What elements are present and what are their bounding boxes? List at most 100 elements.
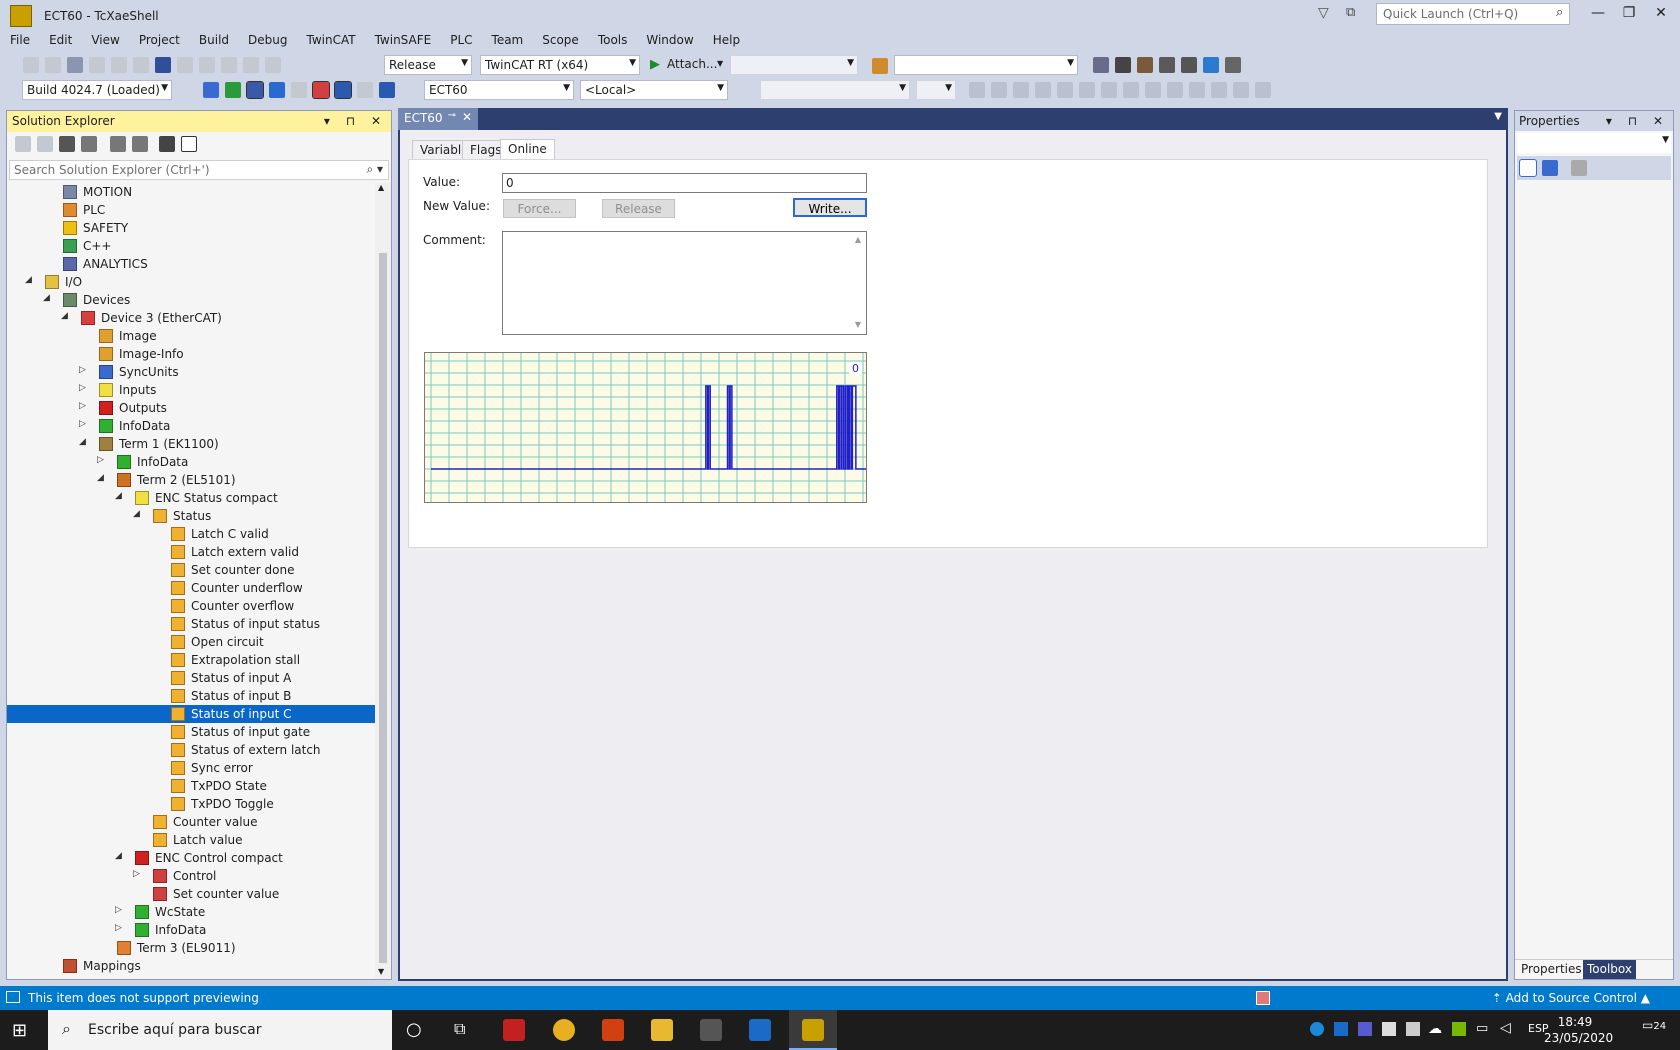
tree-expander-icon[interactable]: ◢ <box>115 851 127 861</box>
tree-item[interactable]: Latch value <box>7 831 375 849</box>
tree-item[interactable]: Status of input B <box>7 687 375 705</box>
tree-expander-icon[interactable]: ◢ <box>25 275 37 285</box>
menu-file[interactable]: File <box>0 31 39 53</box>
menu-edit[interactable]: Edit <box>39 31 81 53</box>
menu-plc[interactable]: PLC <box>440 31 481 53</box>
tree-item[interactable]: ◢ I/O <box>7 273 375 291</box>
tree-expander-icon[interactable]: ▷ <box>115 905 127 915</box>
solidworks-icon[interactable] <box>503 1019 525 1041</box>
tree-expander-icon[interactable]: ◢ <box>43 293 55 303</box>
tree-item[interactable]: TxPDO Toggle <box>7 795 375 813</box>
copy-icon[interactable] <box>199 57 215 73</box>
menu-scope[interactable]: Scope <box>532 31 588 53</box>
clock[interactable]: 18:49 23/05/2020 <box>1544 1014 1613 1046</box>
menu-help[interactable]: Help <box>703 31 749 53</box>
network-icon[interactable]: ▭ <box>1476 1021 1488 1036</box>
tree-item[interactable]: ◢ Devices <box>7 291 375 309</box>
step-over-icon[interactable] <box>1057 82 1073 98</box>
menu-view[interactable]: View <box>81 31 128 53</box>
collapse-all-icon[interactable] <box>132 136 148 152</box>
tree-item[interactable]: ◢ Status <box>7 507 375 525</box>
skype-icon[interactable] <box>1310 1022 1324 1036</box>
cut-icon[interactable] <box>177 57 193 73</box>
plc-project-select[interactable]: ▼ <box>760 80 910 100</box>
undo-icon[interactable] <box>243 57 259 73</box>
tree-item[interactable]: ◢ Device 3 (EtherCAT) <box>7 309 375 327</box>
new-project-icon[interactable] <box>67 57 83 73</box>
feedback-icon[interactable]: ⧉ <box>1346 5 1355 20</box>
tree-item[interactable]: Set counter value <box>7 885 375 903</box>
nvidia-icon[interactable] <box>1452 1022 1466 1036</box>
menu-twinsafe[interactable]: TwinSAFE <box>365 31 441 53</box>
tree-item[interactable]: ▷ Control <box>7 867 375 885</box>
tree-item[interactable]: TxPDO State <box>7 777 375 795</box>
wrench-icon[interactable] <box>159 136 175 152</box>
tree-item[interactable]: ANALYTICS <box>7 255 375 273</box>
tree-item[interactable]: ▷ InfoData <box>7 921 375 939</box>
categorized-icon[interactable] <box>1519 159 1537 177</box>
solution-scrollbar[interactable]: ▲ ▼ <box>375 183 391 979</box>
task-select[interactable]: ▼ <box>916 80 956 100</box>
wrench-icon[interactable] <box>1115 57 1131 73</box>
outlook-icon[interactable] <box>749 1019 771 1041</box>
configuration-select[interactable]: Release ▼ <box>384 55 472 75</box>
onedrive-icon[interactable]: ☁ <box>1428 1021 1442 1037</box>
close-tab-icon[interactable]: ✕ <box>462 110 472 124</box>
save-icon[interactable] <box>133 57 149 73</box>
show-online-icon[interactable] <box>334 81 352 99</box>
notification-center-icon[interactable]: ▭24 <box>1642 1018 1666 1032</box>
target-project-select[interactable]: ECT60 ▼ <box>424 80 574 100</box>
tree-item[interactable]: Status of input C <box>7 705 375 723</box>
run-mode-icon[interactable] <box>225 82 241 98</box>
windows-start-icon[interactable]: ⊞ <box>12 1020 27 1041</box>
tree-item[interactable]: Image <box>7 327 375 345</box>
cortana-icon[interactable]: ○ <box>406 1019 422 1040</box>
twincat-config-icon[interactable] <box>1093 57 1109 73</box>
tree-item[interactable]: Status of input status <box>7 615 375 633</box>
tree-expander-icon[interactable]: ▷ <box>79 401 91 411</box>
office-icon[interactable] <box>602 1019 624 1041</box>
redo-icon[interactable] <box>265 57 281 73</box>
logout-icon[interactable] <box>1035 82 1051 98</box>
platform-select[interactable]: TwinCAT RT (x64) ▼ <box>480 55 640 75</box>
login-icon[interactable] <box>969 82 985 98</box>
tree-item[interactable]: Mappings <box>7 957 375 975</box>
tab-properties[interactable]: Properties <box>1517 962 1586 976</box>
filter-icon[interactable]: ▽ <box>1318 5 1329 21</box>
tree-item[interactable]: Latch extern valid <box>7 543 375 561</box>
start-icon[interactable]: ▶ <box>650 57 660 72</box>
tab-online[interactable]: Online <box>500 139 555 161</box>
find-select[interactable]: ▼ <box>894 55 1078 75</box>
document-tab-ect60[interactable]: ECT60 ⊸ ✕ <box>398 108 478 130</box>
solution-search-input[interactable]: Search Solution Explorer (Ctrl+') <box>9 160 389 180</box>
build-version-select[interactable]: Build 4024.7 (Loaded) ▼ <box>22 80 172 100</box>
tree-item[interactable]: ▷ InfoData <box>7 417 375 435</box>
toggle-freerun-icon[interactable] <box>312 81 330 99</box>
tree-expander-icon[interactable]: ▷ <box>79 383 91 393</box>
comment-scrollbar[interactable]: ▲ ▼ <box>850 232 866 334</box>
properties-object-select[interactable]: ▼ <box>1517 133 1671 153</box>
flow-icon[interactable] <box>1211 82 1227 98</box>
breakpoint-icon[interactable] <box>1123 82 1139 98</box>
forward-icon[interactable] <box>45 57 61 73</box>
scan-icon[interactable] <box>291 82 307 98</box>
tree-expander-icon[interactable]: ◢ <box>133 509 145 519</box>
refresh-icon[interactable] <box>1203 57 1219 73</box>
step-into-icon[interactable] <box>1079 82 1095 98</box>
team-icon[interactable] <box>1181 57 1197 73</box>
tree-item[interactable]: ▷ WcState <box>7 903 375 921</box>
chevron-down-icon[interactable]: ▼ <box>717 59 723 68</box>
toolbox-icon[interactable] <box>1137 57 1153 73</box>
menu-window[interactable]: Window <box>636 31 702 53</box>
write-button[interactable]: Write... <box>793 198 867 217</box>
twincat-tray-icon[interactable] <box>1406 1022 1420 1036</box>
outlook-tray-icon[interactable] <box>1334 1022 1348 1036</box>
alphabetical-icon[interactable] <box>1542 160 1558 176</box>
tree-expander-icon[interactable]: ◢ <box>61 311 73 321</box>
back-icon[interactable] <box>15 136 31 152</box>
volume-icon[interactable]: ◁ <box>1500 1020 1511 1036</box>
search-icon[interactable]: ⌕ ▾ <box>366 162 383 177</box>
tree-item[interactable]: Extrapolation stall <box>7 651 375 669</box>
tree-expander-icon[interactable]: ◢ <box>115 491 127 501</box>
comment-field[interactable]: ▲ ▼ <box>502 231 867 335</box>
